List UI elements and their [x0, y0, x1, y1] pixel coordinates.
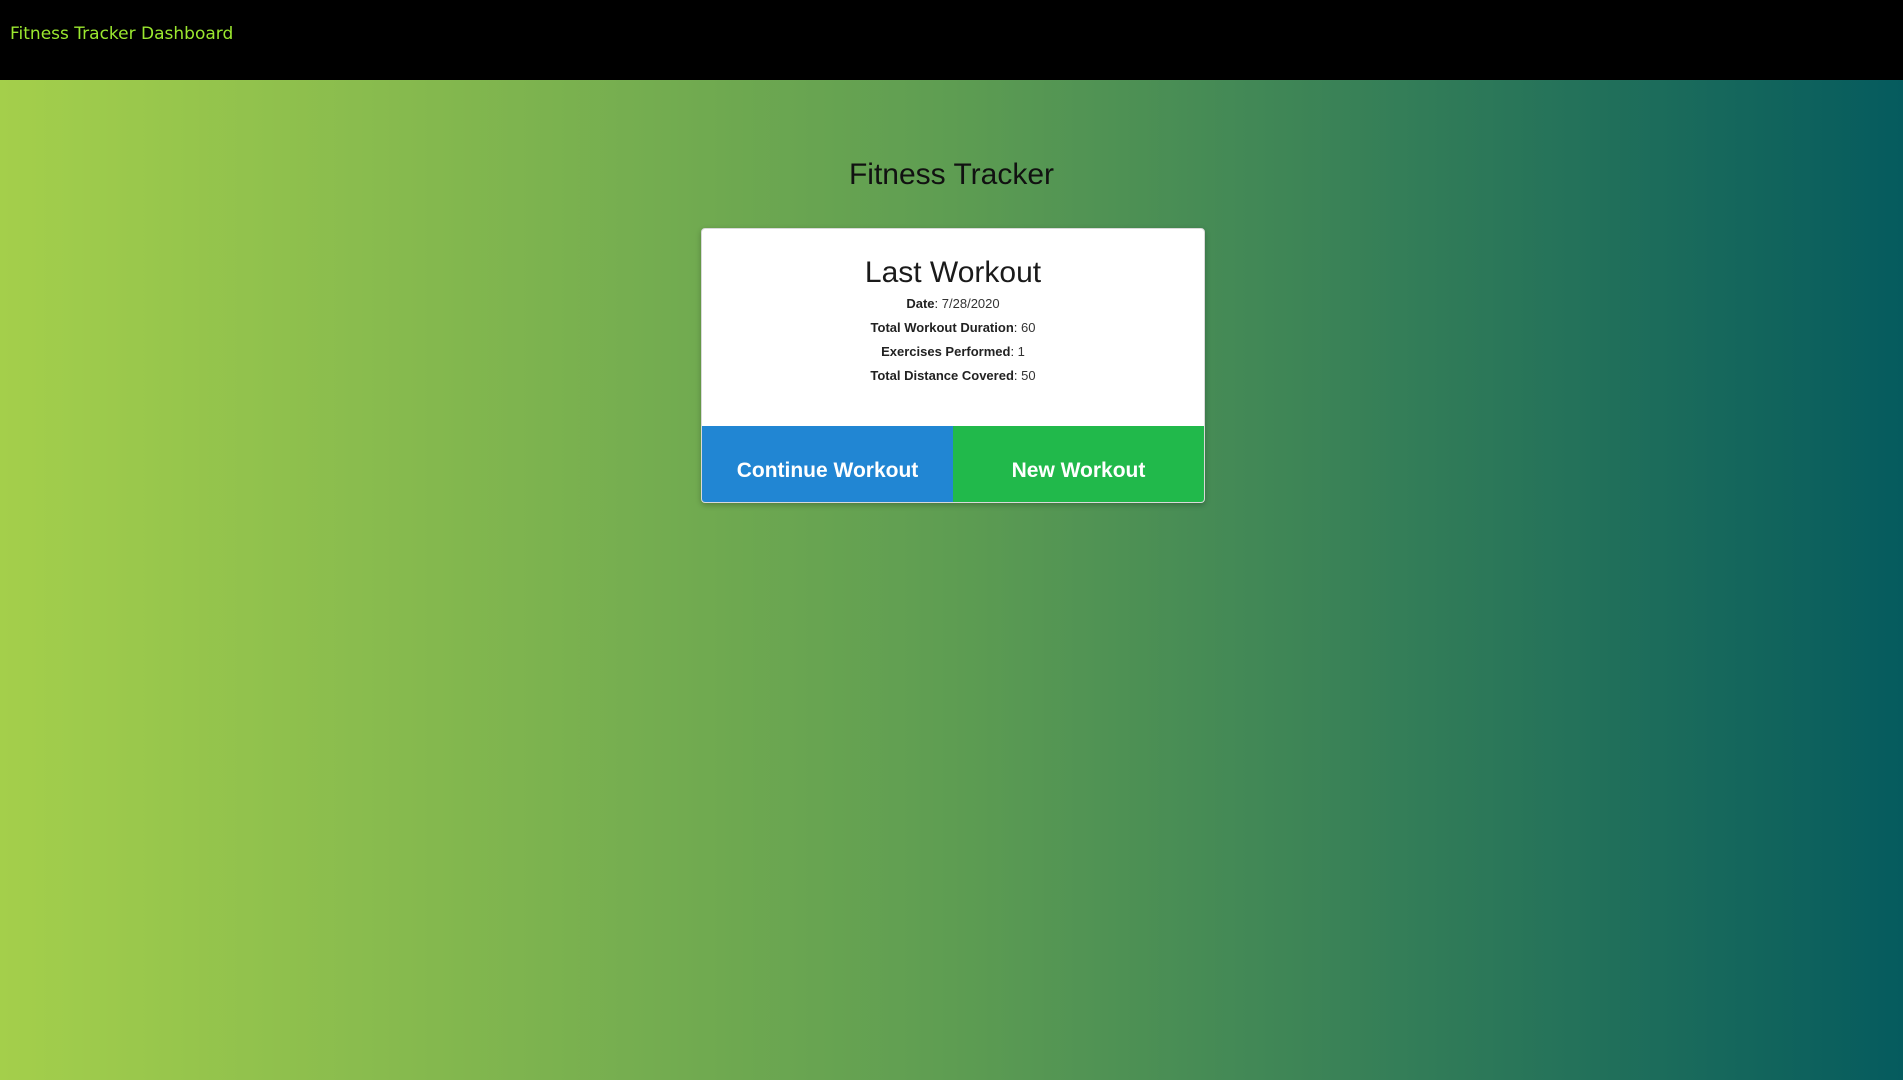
- top-navbar: Fitness Tracker Dashboard: [0, 0, 1903, 80]
- card-title: Last Workout: [864, 256, 1042, 289]
- navbar-brand-link[interactable]: Fitness Tracker Dashboard: [10, 24, 233, 44]
- card-action-row: Continue Workout New Workout: [702, 426, 1204, 502]
- last-workout-card: Last Workout Date: 7/28/2020 Total Worko…: [701, 228, 1205, 503]
- stat-exercises-value: 1: [1017, 344, 1025, 359]
- stat-duration-label: Total Workout Duration: [870, 320, 1014, 335]
- stat-distance: Total Distance Covered: 50: [870, 368, 1036, 383]
- stat-exercises-label: Exercises Performed: [881, 344, 1011, 359]
- stat-duration-value: 60: [1021, 320, 1036, 335]
- stat-date: Date: 7/28/2020: [906, 296, 1000, 311]
- page-title: Fitness Tracker: [848, 158, 1055, 191]
- continue-workout-button[interactable]: Continue Workout: [702, 426, 953, 502]
- stat-date-value: 7/28/2020: [941, 296, 1000, 311]
- stat-distance-value: 50: [1021, 368, 1036, 383]
- stat-date-label: Date: [906, 296, 935, 311]
- stat-distance-label: Total Distance Covered: [870, 368, 1014, 383]
- stat-duration: Total Workout Duration: 60: [870, 320, 1036, 335]
- stat-exercises: Exercises Performed: 1: [881, 344, 1025, 359]
- new-workout-button[interactable]: New Workout: [953, 426, 1204, 502]
